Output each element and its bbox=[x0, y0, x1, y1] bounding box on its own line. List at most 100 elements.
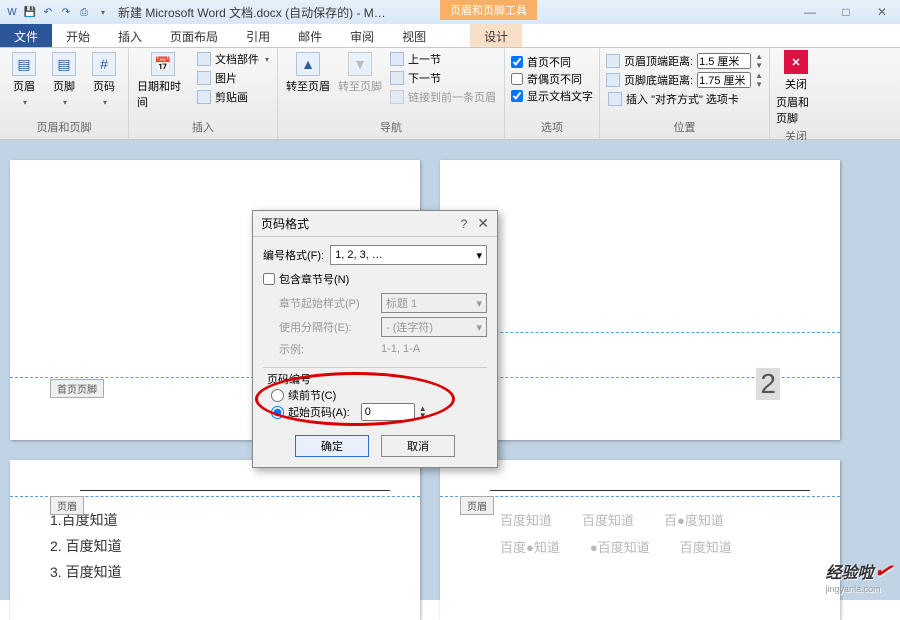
pagenum-icon: # bbox=[92, 52, 116, 76]
undo-icon[interactable]: ↶ bbox=[40, 4, 56, 20]
parts-icon bbox=[197, 52, 211, 66]
dialog-help-button[interactable]: ? bbox=[461, 217, 468, 231]
ribbon: ▤页眉 ▤页脚 # 页码 页眉和页脚 📅日期和时间 文档部件 图片 剪贴画 插入 … bbox=[0, 48, 900, 140]
odd-even-different[interactable]: 奇偶页不同 bbox=[511, 71, 593, 87]
align-icon bbox=[608, 92, 622, 106]
chapter-style-label: 章节起始样式(P) bbox=[279, 295, 375, 311]
tab-insert[interactable]: 插入 bbox=[104, 24, 156, 47]
footer-button[interactable]: ▤页脚 bbox=[46, 50, 82, 110]
save-icon[interactable]: 💾 bbox=[22, 4, 38, 20]
insert-align-tab-button[interactable]: 插入 "对齐方式" 选项卡 bbox=[606, 90, 763, 108]
start-at-label: 起始页码(A): bbox=[288, 404, 350, 420]
tab-references[interactable]: 引用 bbox=[232, 24, 284, 47]
odd-even-checkbox[interactable] bbox=[511, 73, 523, 85]
clipart-button[interactable]: 剪贴画 bbox=[195, 88, 271, 106]
page-3: 页眉 1.百度知道 2. 百度知道 3. 百度知道 bbox=[10, 460, 420, 620]
p4-r1c3: 百●度知道 bbox=[664, 510, 724, 529]
tab-layout[interactable]: 页面布局 bbox=[156, 24, 232, 47]
header-top-distance: 页眉顶端距离:▲▼ bbox=[606, 52, 763, 70]
tab-design[interactable]: 设计 bbox=[470, 24, 522, 47]
tab-file[interactable]: 文件 bbox=[0, 24, 52, 47]
start-at-radio[interactable] bbox=[271, 406, 284, 419]
dialog-close-button[interactable]: ✕ bbox=[477, 215, 489, 232]
pagenum-label: 页码 bbox=[93, 78, 115, 94]
title-bar: W 💾 ↶ ↷ ⎙ 新建 Microsoft Word 文档.docx (自动保… bbox=[0, 0, 900, 24]
picture-label: 图片 bbox=[215, 70, 237, 86]
goto-footer-icon: ▼ bbox=[348, 52, 372, 76]
print-icon[interactable]: ⎙ bbox=[76, 4, 92, 20]
prev-section-button[interactable]: 上一节 bbox=[388, 50, 498, 68]
cancel-button[interactable]: 取消 bbox=[381, 435, 455, 457]
start-at-radio-row[interactable]: 起始页码(A): ▲▼ bbox=[271, 403, 487, 421]
ok-button[interactable]: 确定 bbox=[295, 435, 369, 457]
close-sublabel: 页眉和页脚 bbox=[776, 94, 816, 126]
header-label: 页眉 bbox=[13, 78, 35, 94]
topdist-input[interactable] bbox=[697, 53, 751, 69]
example-label: 示例: bbox=[279, 341, 375, 357]
p3-line1: 1.百度知道 bbox=[50, 510, 390, 530]
dialog-titlebar: 页码格式 ? ✕ bbox=[253, 211, 497, 237]
continue-previous-radio-row[interactable]: 续前节(C) bbox=[271, 387, 487, 403]
show-document-text[interactable]: 显示文档文字 bbox=[511, 88, 593, 104]
group-label-position: 位置 bbox=[606, 117, 763, 137]
tab-review[interactable]: 审阅 bbox=[336, 24, 388, 47]
botdist-input[interactable] bbox=[697, 72, 751, 88]
p3-line3: 3. 百度知道 bbox=[50, 562, 390, 582]
include-chapter-checkbox-row[interactable]: 包含章节号(N) bbox=[263, 271, 487, 287]
header-button[interactable]: ▤页眉 bbox=[6, 50, 42, 110]
number-format-label: 编号格式(F): bbox=[263, 247, 324, 263]
chevron-down-icon: ▾ bbox=[476, 297, 482, 310]
chapter-style-combo: 标题 1 ▾ bbox=[381, 293, 487, 313]
chevron-down-icon: ▾ bbox=[476, 321, 482, 334]
group-close: ✕ 关闭 页眉和页脚 关闭 bbox=[770, 48, 822, 139]
first-page-different[interactable]: 首页不同 bbox=[511, 54, 593, 70]
close-icon: ✕ bbox=[784, 50, 808, 74]
tab-home[interactable]: 开始 bbox=[52, 24, 104, 47]
clipart-icon bbox=[197, 90, 211, 104]
numbering-legend: 页码编号 bbox=[263, 371, 315, 387]
page-number-field[interactable]: 2 bbox=[756, 368, 780, 400]
quickparts-button[interactable]: 文档部件 bbox=[195, 50, 271, 68]
qat-more-icon[interactable] bbox=[94, 4, 110, 20]
tab-mailings[interactable]: 邮件 bbox=[284, 24, 336, 47]
minimize-button[interactable]: — bbox=[796, 5, 824, 19]
goto-header-label: 转至页眉 bbox=[286, 78, 330, 94]
start-at-input[interactable] bbox=[361, 403, 415, 421]
continue-radio[interactable] bbox=[271, 389, 284, 402]
prev-icon bbox=[390, 52, 404, 66]
chapter-style-value: 标题 1 bbox=[386, 295, 417, 311]
group-header-footer: ▤页眉 ▤页脚 # 页码 页眉和页脚 bbox=[0, 48, 129, 139]
goto-header-icon: ▲ bbox=[296, 52, 320, 76]
datetime-button[interactable]: 📅日期和时间 bbox=[135, 50, 191, 112]
show-text-checkbox[interactable] bbox=[511, 90, 523, 102]
redo-icon[interactable]: ↷ bbox=[58, 4, 74, 20]
tab-view[interactable]: 视图 bbox=[388, 24, 440, 47]
first-page-label: 首页不同 bbox=[527, 54, 571, 70]
picture-button[interactable]: 图片 bbox=[195, 69, 271, 87]
maximize-button[interactable]: □ bbox=[832, 5, 860, 19]
next-label: 下一节 bbox=[408, 70, 441, 86]
goto-header-button[interactable]: ▲ 转至页眉 bbox=[284, 50, 332, 96]
separator-combo: - (连字符) ▾ bbox=[381, 317, 487, 337]
close-window-button[interactable]: ✕ bbox=[868, 5, 896, 19]
number-format-combo[interactable]: 1, 2, 3, …▾ bbox=[330, 245, 487, 265]
first-page-checkbox[interactable] bbox=[511, 56, 523, 68]
p4-r2c2: ●百度知道 bbox=[590, 537, 650, 556]
example-value: 1-1, 1-A bbox=[381, 343, 420, 355]
quick-access-toolbar: W 💾 ↶ ↷ ⎙ bbox=[4, 4, 110, 20]
pagenumber-button[interactable]: # 页码 bbox=[86, 50, 122, 110]
p4-r1c2: 百度知道 bbox=[582, 510, 634, 529]
link-previous-button: 链接到前一条页眉 bbox=[388, 88, 498, 106]
close-label: 关闭 bbox=[785, 76, 807, 92]
page-number-format-dialog: 页码格式 ? ✕ 编号格式(F): 1, 2, 3, …▾ 包含章节号(N) 章… bbox=[252, 210, 498, 468]
include-chapter-checkbox[interactable] bbox=[263, 273, 275, 285]
datetime-label: 日期和时间 bbox=[137, 78, 189, 110]
next-section-button[interactable]: 下一节 bbox=[388, 69, 498, 87]
botdist-label: 页脚底端距离: bbox=[624, 72, 693, 88]
link-icon bbox=[390, 90, 404, 104]
close-hf-button[interactable]: ✕ 关闭 页眉和页脚 bbox=[776, 50, 816, 126]
separator-value: - (连字符) bbox=[386, 319, 433, 335]
group-label-hf: 页眉和页脚 bbox=[6, 117, 122, 137]
page-4: 页眉 百度知道 百度知道 百●度知道 百度●知道 ●百度知道 百度知道 bbox=[440, 460, 840, 620]
goto-footer-button: ▼转至页脚 bbox=[336, 50, 384, 96]
